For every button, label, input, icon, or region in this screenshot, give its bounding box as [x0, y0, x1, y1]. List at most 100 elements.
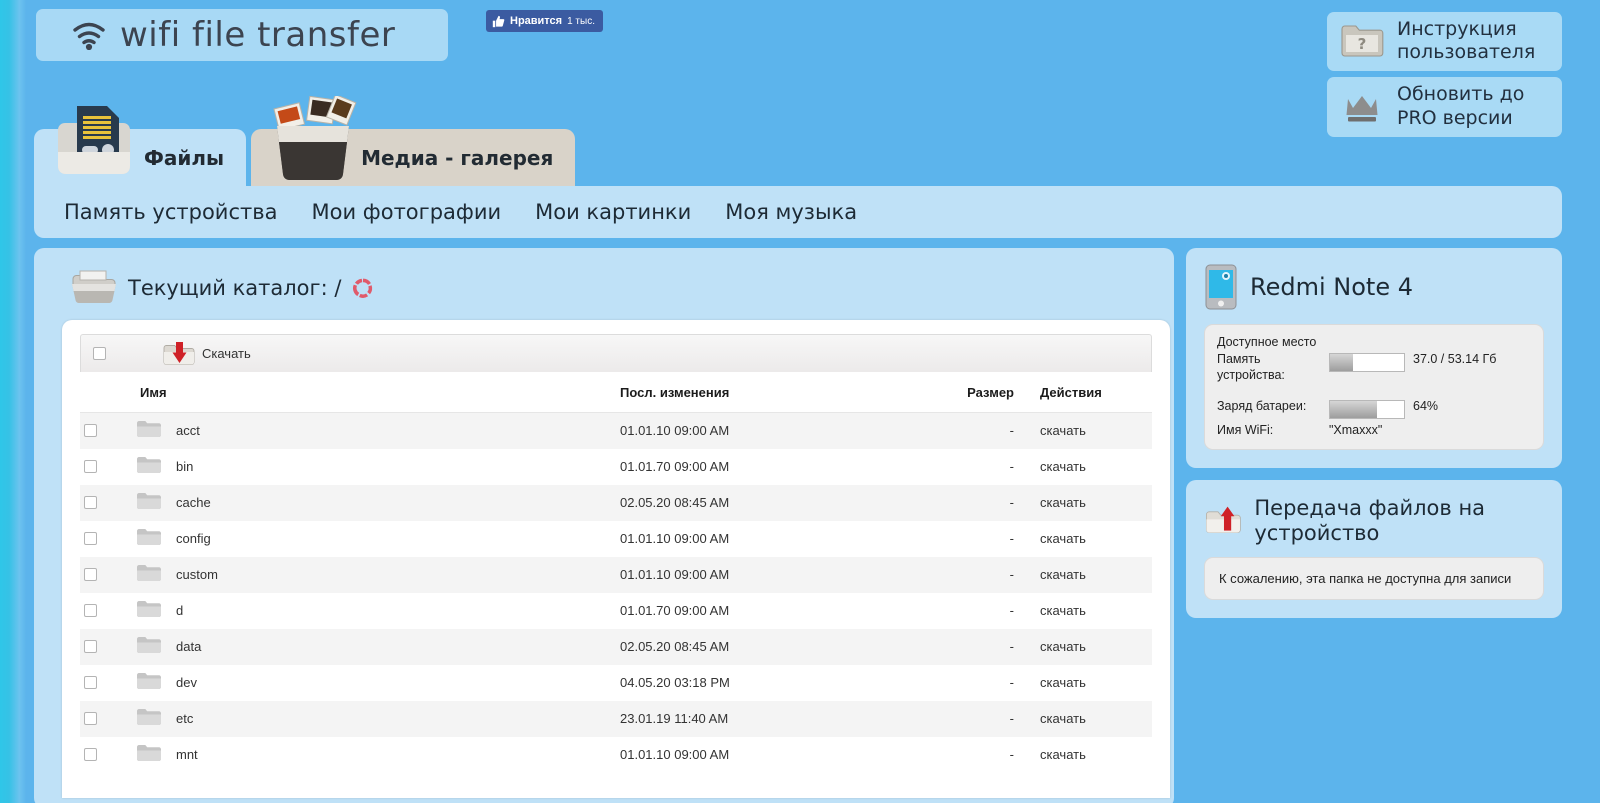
folder-icon	[137, 493, 161, 509]
table-row[interactable]: dev 04.05.20 03:18 PM - скачать	[80, 664, 1152, 701]
row-name[interactable]: dev	[176, 675, 197, 690]
row-actions: скачать	[1022, 557, 1152, 593]
col-name[interactable]: Имя	[80, 372, 620, 413]
folder-icon-wrap	[136, 491, 162, 514]
row-modified: 02.05.20 08:45 AM	[620, 639, 730, 654]
storage-meter-fill	[1330, 354, 1353, 371]
phone-icon	[1205, 264, 1237, 310]
media-gallery-icon	[273, 96, 357, 180]
nav-item-my-photos[interactable]: Мои фотографии	[311, 200, 501, 224]
table-row[interactable]: cache 02.05.20 08:45 AM - скачать	[80, 484, 1152, 521]
upgrade-pro-label: Обновить до PRO версии	[1397, 83, 1525, 129]
col-modified[interactable]: Посл. изменения	[620, 372, 888, 413]
row-checkbox[interactable]	[84, 640, 97, 653]
left-edge-gradient	[0, 0, 26, 803]
table-row[interactable]: data 02.05.20 08:45 AM - скачать	[80, 628, 1152, 665]
row-name-cell: cache	[114, 485, 620, 521]
nav-item-my-pictures[interactable]: Мои картинки	[535, 200, 691, 224]
table-row[interactable]: bin 01.01.70 09:00 AM - скачать	[80, 448, 1152, 485]
row-name[interactable]: cache	[176, 495, 211, 510]
file-table-head: Имя Посл. изменения Размер Действия	[80, 372, 1152, 413]
header-actions: ? Инструкция пользователя Обновить до PRO …	[1327, 12, 1562, 137]
row-name[interactable]: custom	[176, 567, 218, 582]
wifi-stat-row: Имя WiFi: "Xmaxxx"	[1217, 423, 1531, 439]
folder-icon	[137, 421, 161, 438]
facebook-like-button[interactable]: Нравится 1 тыс.	[486, 10, 603, 32]
table-row[interactable]: custom 01.01.10 09:00 AM - скачать	[80, 556, 1152, 593]
row-download-link[interactable]: скачать	[1040, 747, 1086, 762]
row-size: -	[1009, 675, 1014, 690]
row-download-link[interactable]: скачать	[1040, 459, 1086, 474]
file-toolbar: Скачать	[80, 334, 1152, 372]
folder-icon	[137, 601, 161, 617]
row-download-link[interactable]: скачать	[1040, 531, 1086, 546]
refresh-icon[interactable]	[351, 276, 375, 300]
row-name[interactable]: etc	[176, 711, 193, 726]
row-download-link[interactable]: скачать	[1040, 423, 1086, 438]
row-checkbox-cell	[80, 485, 114, 521]
row-modified: 23.01.19 11:40 AM	[620, 711, 729, 726]
col-size[interactable]: Размер	[888, 372, 1022, 413]
row-checkbox[interactable]	[84, 532, 97, 545]
tab-files[interactable]: Файлы	[34, 106, 247, 186]
user-manual-button[interactable]: ? Инструкция пользователя	[1327, 12, 1562, 72]
row-checkbox[interactable]	[84, 712, 97, 725]
folder-icon-wrap	[136, 455, 162, 478]
tab-media-gallery[interactable]: Медиа - галерея	[251, 96, 576, 186]
row-size: -	[1009, 495, 1014, 510]
upgrade-pro-button[interactable]: Обновить до PRO версии	[1327, 77, 1562, 137]
row-name-cell: config	[114, 521, 620, 557]
tab-files-label: Файлы	[144, 145, 225, 170]
row-download-link[interactable]: скачать	[1040, 567, 1086, 582]
table-row[interactable]: d 01.01.70 09:00 AM - скачать	[80, 592, 1152, 629]
row-download-link[interactable]: скачать	[1040, 711, 1086, 726]
storage-value: 37.0 / 53.14 Гб	[1413, 352, 1497, 366]
row-download-link[interactable]: скачать	[1040, 495, 1086, 510]
row-size: -	[1009, 603, 1014, 618]
row-checkbox[interactable]	[84, 676, 97, 689]
nav-item-my-music[interactable]: Моя музыка	[725, 200, 857, 224]
file-browser-panel: Текущий каталог: / Скачать Имя Посл. изм…	[34, 248, 1174, 803]
row-checkbox[interactable]	[84, 460, 97, 473]
storage-label: Память устройства:	[1217, 352, 1285, 382]
row-name[interactable]: d	[176, 603, 183, 618]
table-row[interactable]: mnt 01.01.10 09:00 AM - скачать	[80, 736, 1152, 773]
row-name[interactable]: mnt	[176, 747, 198, 762]
row-checkbox[interactable]	[84, 496, 97, 509]
row-size: -	[1009, 459, 1014, 474]
col-actions: Действия	[1022, 372, 1152, 413]
row-name[interactable]: acct	[176, 423, 200, 438]
row-download-link[interactable]: скачать	[1040, 639, 1086, 654]
row-size: -	[1009, 423, 1014, 439]
row-checkbox-cell	[80, 449, 114, 485]
upload-header: Передача файлов на устройство	[1204, 496, 1544, 546]
row-name[interactable]: bin	[176, 459, 193, 474]
battery-value: 64%	[1413, 399, 1439, 414]
file-list-card: Скачать Имя Посл. изменения Размер Дейст…	[62, 320, 1170, 798]
row-download-link[interactable]: скачать	[1040, 603, 1086, 618]
row-checkbox[interactable]	[84, 748, 97, 761]
row-checkbox[interactable]	[84, 604, 97, 617]
nav-item-device-memory[interactable]: Память устройства	[64, 200, 277, 224]
folder-icon	[137, 457, 161, 473]
row-modified: 01.01.10 09:00 AM	[620, 531, 730, 546]
table-row[interactable]: etc 23.01.19 11:40 AM - скачать	[80, 700, 1152, 737]
open-folder-icon	[72, 270, 116, 303]
page-root: wifi file transfer Нравится 1 тыс. ? Инс…	[26, 0, 1600, 803]
row-actions: скачать	[1022, 665, 1152, 701]
row-checkbox-cell	[80, 665, 114, 701]
table-row[interactable]: config 01.01.10 09:00 AM - скачать	[80, 520, 1152, 557]
main-content: Текущий каталог: / Скачать Имя Посл. изм…	[34, 248, 1562, 803]
folder-icon-wrap	[136, 635, 162, 658]
row-modified: 01.01.70 09:00 AM	[620, 603, 730, 618]
row-name[interactable]: data	[176, 639, 201, 654]
table-row[interactable]: acct 01.01.10 09:00 AM - скачать	[80, 412, 1152, 449]
select-all-checkbox[interactable]	[93, 347, 106, 360]
download-selected-button[interactable]: Скачать	[162, 340, 251, 368]
svg-text:?: ?	[1358, 35, 1367, 53]
row-checkbox[interactable]	[84, 424, 97, 438]
row-checkbox[interactable]	[84, 568, 97, 581]
row-name[interactable]: config	[176, 531, 211, 546]
row-download-link[interactable]: скачать	[1040, 675, 1086, 690]
battery-meter	[1329, 400, 1405, 420]
